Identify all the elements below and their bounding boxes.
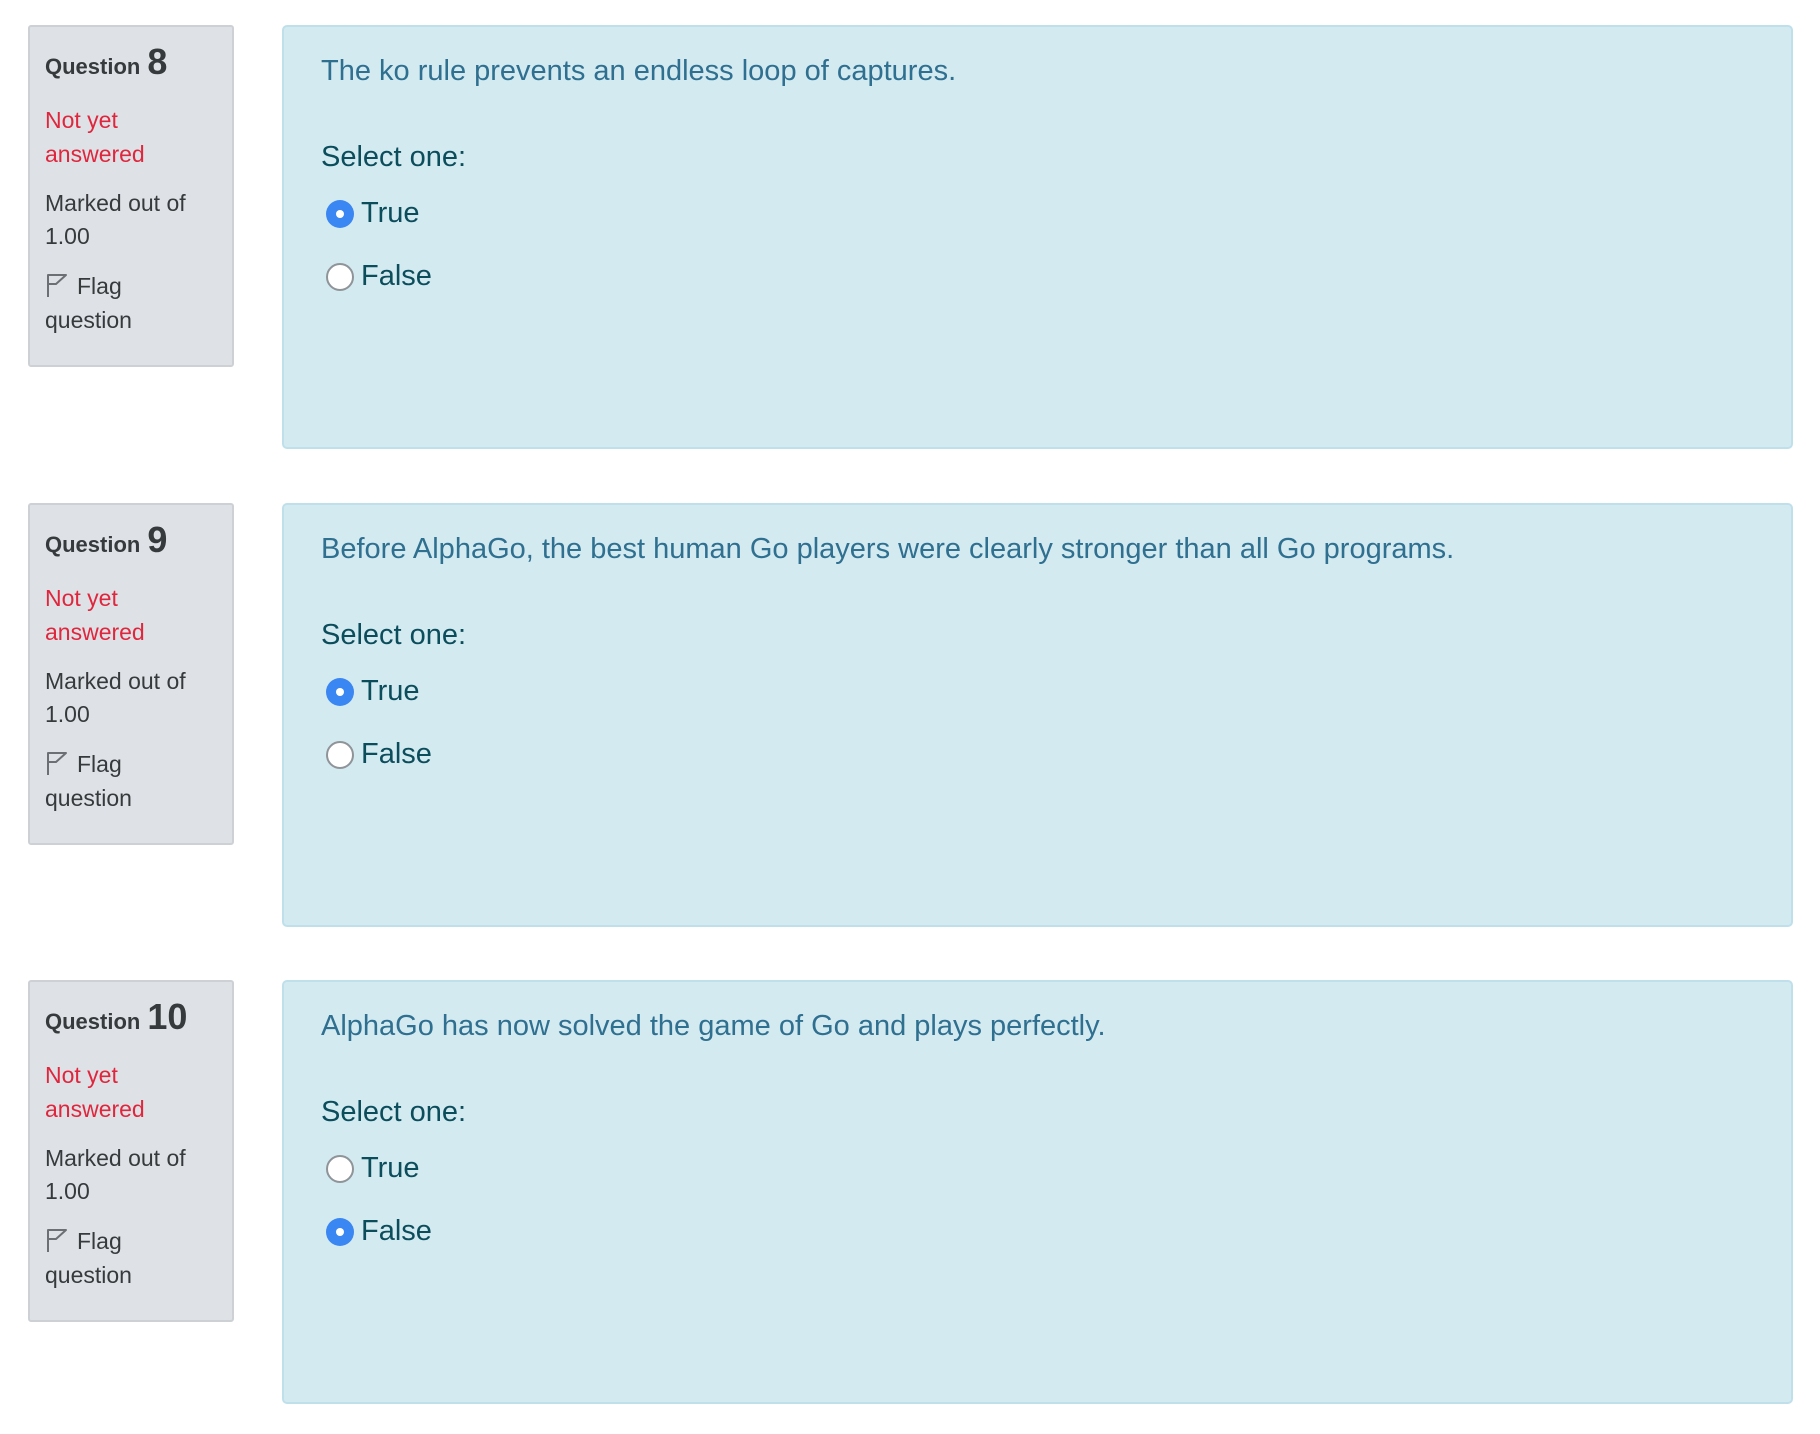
flag-question-link[interactable]: Flag question [45, 269, 195, 337]
flag-question-link[interactable]: Flag question [45, 747, 195, 815]
radio-selected-icon[interactable] [326, 199, 354, 228]
option-label[interactable]: False [361, 738, 432, 771]
quiz-page: Question 8 Not yet answered Marked out o… [0, 0, 1820, 1434]
option-true[interactable]: True [326, 665, 1791, 718]
option-false[interactable]: False [326, 728, 1791, 781]
question-8: Question 8 Not yet answered Marked out o… [28, 25, 1793, 449]
select-one-prompt: Select one: [321, 141, 467, 173]
question-text: AlphaGo has now solved the game of Go an… [321, 1010, 1106, 1042]
flag-question-link[interactable]: Flag question [45, 1224, 195, 1292]
option-label[interactable]: False [361, 1215, 432, 1248]
question-content: Before AlphaGo, the best human Go player… [282, 503, 1793, 927]
question-grade: Marked out of 1.00 [45, 1145, 186, 1204]
question-title: Question 10 [45, 996, 232, 1038]
question-label: Question [45, 1009, 141, 1034]
question-10: Question 10 Not yet answered Marked out … [28, 980, 1793, 1404]
flag-icon[interactable] [45, 750, 69, 776]
question-label: Question [45, 54, 141, 79]
radio-unselected-icon[interactable] [326, 262, 354, 291]
option-false[interactable]: False [326, 1205, 1791, 1258]
question-content: AlphaGo has now solved the game of Go an… [282, 980, 1793, 1404]
question-info-panel: Question 10 Not yet answered Marked out … [28, 980, 234, 1322]
question-number: 10 [147, 996, 188, 1037]
radio-unselected-icon[interactable] [326, 740, 354, 769]
question-state: Not yet answered [45, 1062, 145, 1122]
question-info-panel: Question 9 Not yet answered Marked out o… [28, 503, 234, 845]
question-grade: Marked out of 1.00 [45, 190, 186, 249]
question-label: Question [45, 532, 141, 557]
question-content: The ko rule prevents an endless loop of … [282, 25, 1793, 449]
option-true[interactable]: True [326, 187, 1791, 240]
question-title: Question 8 [45, 41, 232, 83]
question-grade: Marked out of 1.00 [45, 668, 186, 727]
option-label[interactable]: True [361, 675, 420, 708]
question-9: Question 9 Not yet answered Marked out o… [28, 503, 1793, 927]
answer-options: True False [321, 187, 1791, 303]
radio-selected-icon[interactable] [326, 1217, 354, 1246]
question-state: Not yet answered [45, 107, 145, 167]
select-one-prompt: Select one: [321, 1096, 467, 1128]
select-one-prompt: Select one: [321, 619, 467, 651]
question-number: 8 [147, 41, 168, 82]
option-label[interactable]: False [361, 260, 432, 293]
option-label[interactable]: True [361, 1152, 420, 1185]
radio-selected-icon[interactable] [326, 677, 354, 706]
question-title: Question 9 [45, 519, 232, 561]
answer-options: True False [321, 665, 1791, 781]
question-text: The ko rule prevents an endless loop of … [321, 55, 957, 87]
flag-icon[interactable] [45, 272, 69, 298]
answer-options: True False [321, 1142, 1791, 1258]
radio-unselected-icon[interactable] [326, 1154, 354, 1183]
option-false[interactable]: False [326, 250, 1791, 303]
flag-icon[interactable] [45, 1227, 69, 1253]
question-text: Before AlphaGo, the best human Go player… [321, 533, 1455, 565]
question-info-panel: Question 8 Not yet answered Marked out o… [28, 25, 234, 367]
option-label[interactable]: True [361, 197, 420, 230]
question-state: Not yet answered [45, 585, 145, 645]
question-number: 9 [147, 519, 168, 560]
option-true[interactable]: True [326, 1142, 1791, 1195]
